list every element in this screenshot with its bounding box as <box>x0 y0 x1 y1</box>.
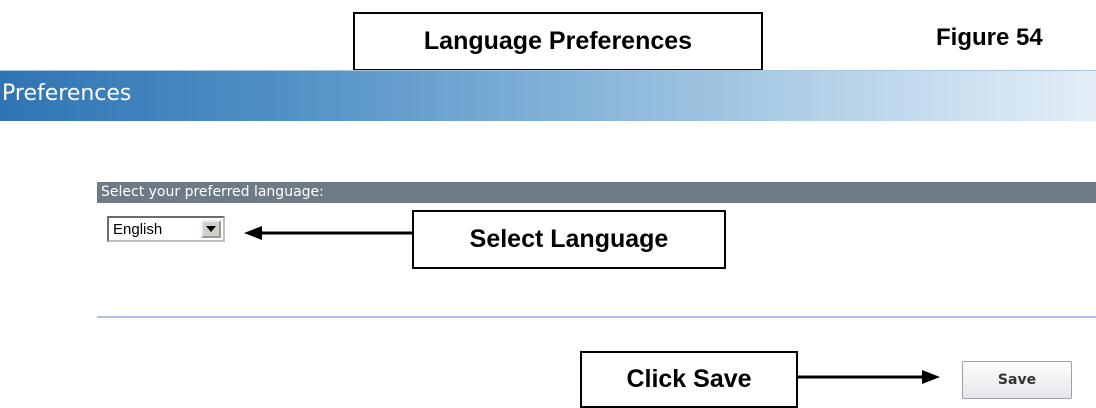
arrow-left-icon <box>244 226 412 240</box>
annotation-arrows <box>244 226 940 384</box>
arrow-right-icon <box>798 370 940 384</box>
